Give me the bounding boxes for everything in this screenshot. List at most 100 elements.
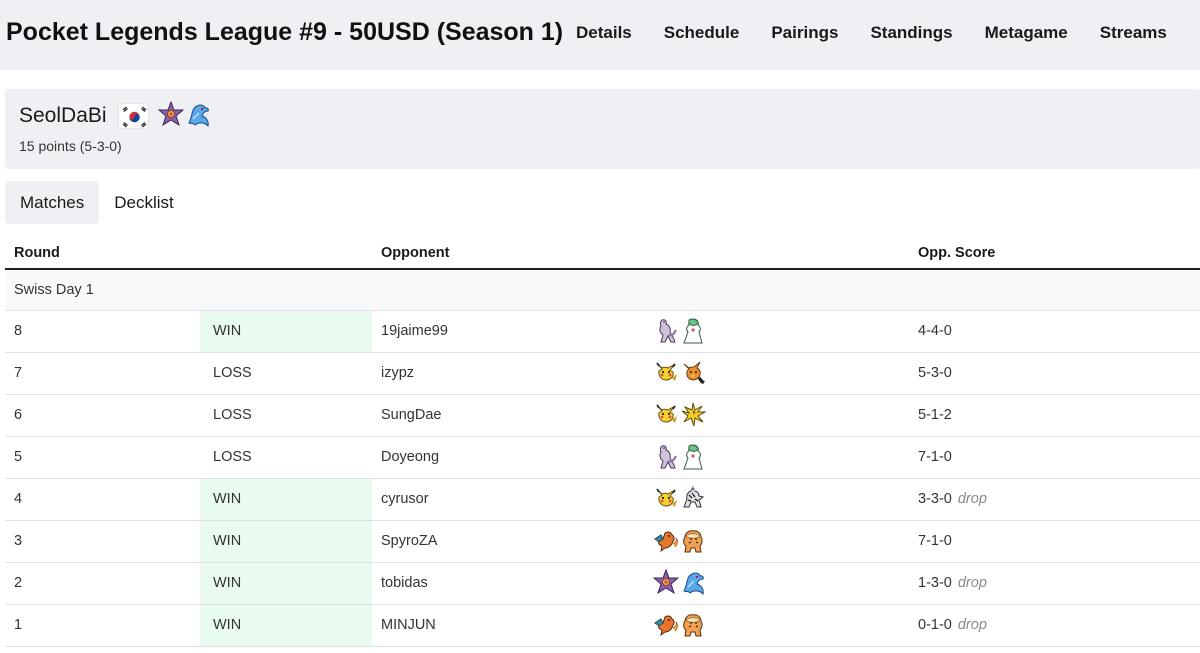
round-number: 1 (5, 604, 200, 647)
opponent-deck[interactable] (653, 358, 706, 388)
arcanine-icon (680, 611, 706, 639)
opp-score-cell: 3-3-0 drop (909, 478, 1200, 521)
opponent-deck[interactable] (653, 610, 706, 640)
pikachu-icon (653, 359, 679, 387)
player-deck (158, 101, 211, 129)
section-row: Swiss Day 1 (5, 269, 1200, 311)
round-number: 7 (5, 352, 200, 395)
opponent-name-link[interactable]: SpyroZA (381, 533, 437, 549)
opponent-deck[interactable] (653, 526, 706, 556)
arcanine-icon (680, 527, 706, 555)
charizard-icon (653, 527, 679, 555)
table-row: 2 WIN tobidas 1-3-0 drop (5, 562, 1200, 605)
opponent-name-link[interactable]: izypz (381, 365, 414, 381)
nav-standings[interactable]: Standings (854, 23, 968, 43)
opp-score: 4-4-0 (918, 323, 952, 339)
table-row: 8 WIN 19jaime99 4-4-0 (5, 310, 1200, 353)
round-number: 3 (5, 520, 200, 563)
charizard-icon (653, 611, 679, 639)
opponent-deck[interactable] (653, 484, 706, 514)
table-row: 5 LOSS Doyeong 7-1-0 (5, 436, 1200, 479)
opponent-deck[interactable] (653, 316, 706, 346)
table-header-row: Round Opponent Opp. Score (5, 238, 1200, 270)
opp-score: 3-3-0 (918, 491, 952, 507)
table-row: 7 LOSS izypz 5-3-0 (5, 352, 1200, 395)
matches-table: Round Opponent Opp. Score Swiss Day 1 8 W… (5, 238, 1200, 647)
articuno-icon (680, 569, 706, 597)
table-row: 4 WIN cyrusor 3-3-0 drop (5, 478, 1200, 521)
opponent-deck-cell (644, 520, 909, 563)
drop-label: drop (957, 617, 987, 633)
match-result: LOSS (200, 352, 372, 395)
round-number: 6 (5, 394, 200, 437)
gardevoir-icon (680, 317, 706, 345)
opponent-name-link[interactable]: cyrusor (381, 491, 429, 507)
opp-score-cell: 1-3-0 drop (909, 562, 1200, 605)
opponent-cell: 19jaime99 (372, 310, 644, 353)
nav-pairings[interactable]: Pairings (755, 23, 854, 43)
player-name: SeolDaBi (19, 104, 107, 127)
mewtwo-icon (653, 317, 679, 345)
header-deck (644, 238, 909, 270)
round-number: 2 (5, 562, 200, 605)
nav-schedule[interactable]: Schedule (648, 23, 756, 43)
tab-matches[interactable]: Matches (5, 181, 100, 224)
player-card: SeolDaBi 15 points (5-3-0) (5, 89, 1200, 169)
opponent-deck-cell (644, 436, 909, 479)
opponent-deck-cell (644, 310, 909, 353)
gardevoir-icon (680, 443, 706, 471)
opponent-deck-cell (644, 604, 909, 647)
opp-score: 5-1-2 (918, 407, 952, 423)
opp-score-cell: 7-1-0 (909, 436, 1200, 479)
round-number: 4 (5, 478, 200, 521)
nav-details[interactable]: Details (560, 23, 648, 43)
opponent-deck[interactable] (653, 400, 706, 430)
opponent-name-link[interactable]: Doyeong (381, 449, 439, 465)
header-result (200, 238, 372, 270)
starmie-icon (158, 101, 184, 129)
pikachu-icon (653, 401, 679, 429)
nav-metagame[interactable]: Metagame (969, 23, 1084, 43)
opponent-deck[interactable] (653, 568, 706, 598)
header-opponent: Opponent (372, 238, 644, 270)
opponent-cell: SungDae (372, 394, 644, 437)
articuno-icon (185, 101, 211, 129)
opponent-deck[interactable] (653, 442, 706, 472)
section-label: Swiss Day 1 (5, 269, 1200, 311)
mewtwo-icon (653, 443, 679, 471)
opp-score-cell: 7-1-0 (909, 520, 1200, 563)
opp-score-cell: 0-1-0 drop (909, 604, 1200, 647)
opponent-name-link[interactable]: SungDae (381, 407, 441, 423)
table-row: 1 WIN MINJUN 0-1-0 drop (5, 604, 1200, 647)
match-result: LOSS (200, 436, 372, 479)
zapdos-icon (680, 401, 706, 429)
top-bar: Pocket Legends League #9 - 50USD (Season… (0, 0, 1200, 70)
player-tabs: Matches Decklist (5, 181, 189, 224)
opp-score: 5-3-0 (918, 365, 952, 381)
player-points: 15 points (5-3-0) (19, 138, 122, 154)
match-result: WIN (200, 604, 372, 647)
round-number: 8 (5, 310, 200, 353)
main-nav: Details Schedule Pairings Standings Meta… (560, 0, 1183, 66)
header-round: Round (5, 238, 200, 270)
table-row: 6 LOSS SungDae 5-1-2 (5, 394, 1200, 437)
opponent-cell: MINJUN (372, 604, 644, 647)
opponent-name-link[interactable]: tobidas (381, 575, 428, 591)
raichu-icon (680, 359, 706, 387)
tab-decklist[interactable]: Decklist (99, 181, 189, 224)
header-opp-score: Opp. Score (909, 238, 1200, 270)
table-row: 3 WIN SpyroZA 7-1-0 (5, 520, 1200, 563)
opponent-name-link[interactable]: 19jaime99 (381, 323, 448, 339)
opp-score-cell: 4-4-0 (909, 310, 1200, 353)
opp-score: 0-1-0 (918, 617, 952, 633)
opponent-name-link[interactable]: MINJUN (381, 617, 436, 633)
nav-streams[interactable]: Streams (1084, 23, 1183, 43)
opp-score: 7-1-0 (918, 449, 952, 465)
opp-score: 1-3-0 (918, 575, 952, 591)
match-result: WIN (200, 520, 372, 563)
match-result: LOSS (200, 394, 372, 437)
pikachu-icon (653, 485, 679, 513)
opponent-deck-cell (644, 394, 909, 437)
match-result: WIN (200, 478, 372, 521)
opponent-cell: cyrusor (372, 478, 644, 521)
